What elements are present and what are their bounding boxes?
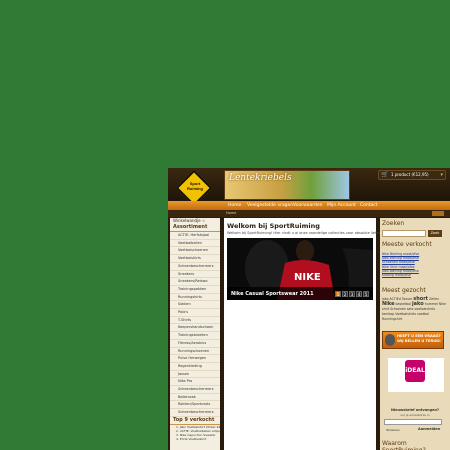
sidebar-category-item[interactable]: Sokken [170, 301, 220, 310]
main-content: Welkom bij SportRuiming Welkom bij Sport… [224, 218, 392, 450]
sidebar-category-item[interactable]: Polo's [170, 309, 220, 317]
payment-logo-box: iDEAL [388, 358, 444, 392]
tags-title: Meest gezocht [382, 287, 426, 294]
nav-contact[interactable]: Contact [360, 201, 378, 210]
slide-page-2[interactable]: 2 [342, 291, 348, 297]
search-button[interactable]: Zoek [428, 230, 442, 237]
newsletter-email-field[interactable] [384, 419, 442, 425]
tag-cloud: jako ACTIEd Taxum short Zeilen Nike bask… [382, 297, 446, 322]
intro-text: Welkom bij SportRuiming! Hier vindt u al… [227, 231, 392, 235]
cart-summary[interactable]: 🛒 1 product (€12,95) ▾ [378, 170, 446, 180]
nav-account[interactable]: Mijn Account [327, 201, 356, 210]
sidebar-category-item[interactable]: Voetbalshirts [170, 255, 220, 263]
best-item[interactable]: Kleding maat/ofse [380, 273, 419, 277]
sidebar-category-item[interactable]: Fitness/Aerobics [170, 340, 220, 348]
ad-text: HEEFT U EEN VRAAG? WIJ BELLEN U TERUG! [397, 334, 441, 343]
search-title: Zoeken [382, 220, 405, 227]
shop-link[interactable]: Winkelen [386, 428, 400, 432]
slide-caption: Nike Casual Sportswear 2011 [231, 291, 314, 297]
sidebar-category-item[interactable]: Jassen [170, 371, 220, 379]
sidebar-category-item[interactable]: Nike Pro [170, 378, 220, 387]
hero-slideshow[interactable]: NIKE Nike Casual Sportswear 2011 1 2 3 4… [227, 238, 373, 300]
cart-text: 1 product (€12,95) [391, 172, 429, 177]
sidebar-category-item[interactable]: Scheenbeschermers [170, 386, 220, 394]
search-input[interactable] [382, 230, 426, 237]
tag[interactable]: hummel [425, 302, 438, 306]
site-header: Sport Ruiming Lentekriebels 🛒 1 product … [168, 168, 450, 207]
slide-page-3[interactable]: 3 [349, 291, 355, 297]
promo-banner[interactable]: Lentekriebels [224, 170, 350, 200]
sidebar-category-item[interactable]: Keepershandschoen [170, 324, 220, 333]
top9-list: 1. Jako Voetbalshirt Striker KZ05 2. ACTI… [170, 425, 220, 442]
newsletter-title: Nieuwsbrief ontvangen? [391, 408, 439, 412]
tag[interactable]: basketbal [396, 302, 411, 306]
sidebar-category-item[interactable]: ACTIE: Herfstsjaal [170, 232, 220, 240]
sidebar-category-item[interactable]: Sneakers [170, 271, 220, 279]
category-list: ACTIE: Herfstsjaal Voetbalballen Voetbalsc… [170, 232, 220, 417]
sidebar-category-item[interactable]: T-Shirts [170, 317, 220, 325]
slide-page-4[interactable]: 4 [356, 291, 362, 297]
sidebar-category-item[interactable]: Trainingsbroeken [170, 332, 220, 340]
cart-icon: 🛒 [381, 171, 389, 178]
sidebar-category-item[interactable]: Runningschoenen [170, 348, 220, 356]
right-sidebar: Zoeken Zoek Meeste verkocht Nike Bierlin… [380, 218, 450, 450]
sidebar-category-item[interactable]: Rokken/Sportcosts [170, 401, 220, 410]
best-list: Nike Bierling maat/ofse Jako Bierling maa… [380, 252, 419, 277]
breadcrumb-bar: Home [168, 210, 450, 217]
assortiment-title: Assortiment [170, 224, 220, 232]
sidebar-category-item[interactable]: Balkenzak [170, 394, 220, 402]
breadcrumb[interactable]: Home [226, 210, 236, 217]
logo-text: Sport Ruiming [187, 181, 203, 191]
sidebar-category-item[interactable]: Voetbalballen [170, 240, 220, 248]
main-navigation: Home Veelgestelde vragen Voorwaarden Mij… [168, 201, 450, 210]
subscribe-button[interactable]: Aanmelden [418, 427, 440, 431]
nav-terms[interactable]: Voorwaarden [293, 201, 323, 210]
person-icon [385, 334, 395, 346]
best-title: Meeste verkocht [382, 241, 432, 248]
best-item[interactable]: Schoenen maat/ofse [380, 260, 419, 264]
newsletter-subtitle: vul je emailadres in [400, 413, 430, 417]
top9-item[interactable]: 4. Ehrla Voetbalshirt [170, 437, 220, 441]
sidebar-category-item[interactable]: Pulse Herwegen [170, 355, 220, 363]
callback-ad[interactable]: HEEFT U EEN VRAAG? WIJ BELLEN U TERUG! [382, 331, 444, 349]
sidebar-category-item[interactable]: Runningshirts [170, 294, 220, 302]
sidebar-category-item[interactable]: Scheenbeschermers [170, 409, 220, 417]
sidebar-category-item[interactable]: Scheenbeschermers [170, 263, 220, 271]
sidebar-category-item[interactable]: Voetbalschoenen [170, 247, 220, 256]
slide-page-1[interactable]: 1 [335, 291, 341, 297]
tag[interactable]: Zeilen [429, 297, 439, 301]
banner-text: Lentekriebels [229, 173, 292, 183]
page-tools[interactable] [432, 211, 444, 216]
shirt-logo: NIKE [294, 272, 321, 283]
chevron-down-icon: ▾ [440, 172, 443, 178]
top9-title: Top 9 verkocht [170, 417, 220, 425]
nav-home[interactable]: Home [228, 201, 241, 210]
why-title: Waarom SportRuiming? [382, 440, 426, 450]
slide-page-5[interactable]: 5 [363, 291, 369, 297]
sidebar-category-item[interactable]: Trainingspakken [170, 286, 220, 294]
page-title: Welkom bij SportRuiming [227, 222, 320, 230]
sidebar-category-item[interactable]: Regenkleding [170, 363, 220, 371]
left-sidebar: Winkelwandje ☆ Assortiment ACTIE: Herfst… [170, 218, 220, 450]
nav-faq[interactable]: Veelgestelde vragen [247, 201, 293, 210]
sidebar-category-item[interactable]: Sneakers/Reiswo [170, 278, 220, 286]
website-screenshot: Sport Ruiming Lentekriebels 🛒 1 product … [168, 168, 450, 450]
ideal-logo: iDEAL [405, 360, 425, 382]
